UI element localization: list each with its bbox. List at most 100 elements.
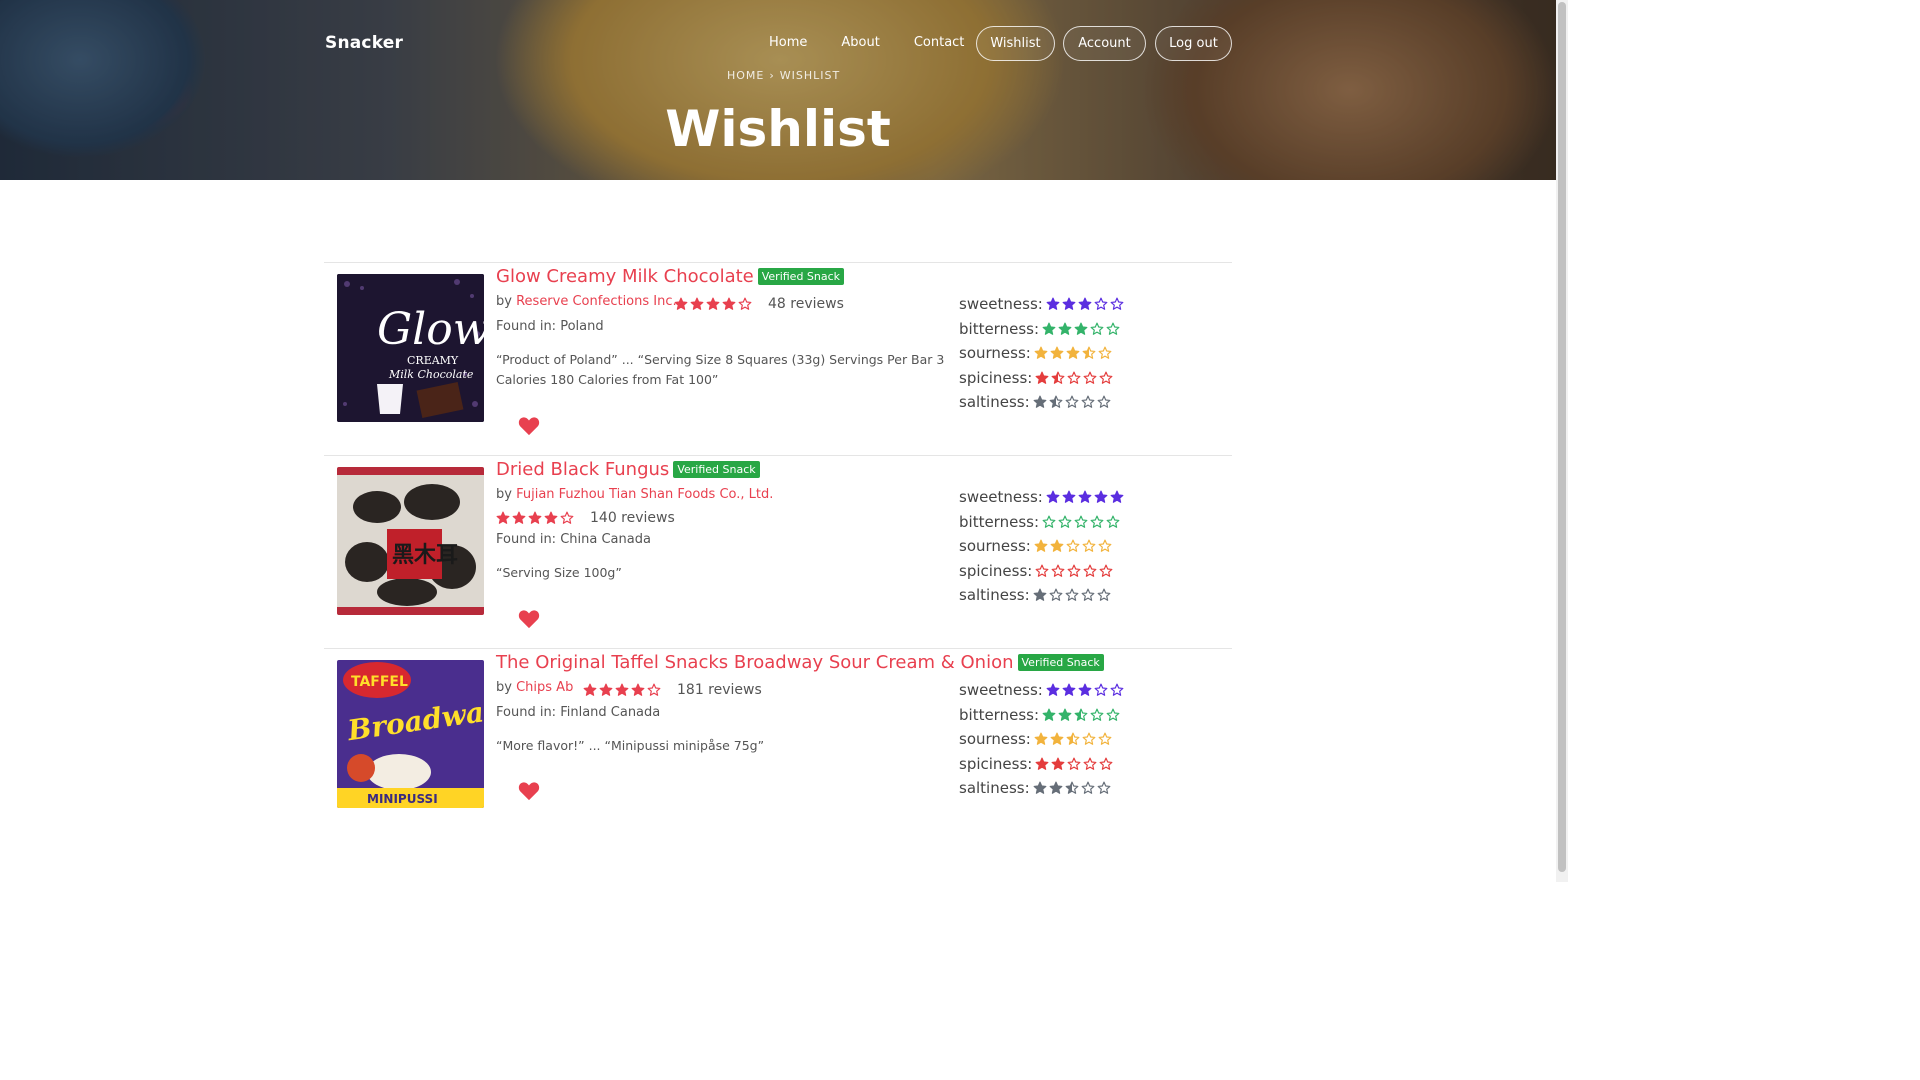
logout-button[interactable]: Log out (1155, 26, 1232, 61)
nav-contact[interactable]: Contact (914, 35, 965, 50)
star-full-icon (1034, 346, 1048, 360)
attr-stars (1033, 781, 1111, 795)
star-empty-icon (1099, 564, 1113, 577)
nav-home[interactable]: Home (769, 35, 807, 50)
star-empty-icon (1106, 515, 1120, 528)
star-empty-icon (1065, 588, 1079, 602)
star-full-icon (631, 683, 645, 696)
star-empty-icon (1067, 564, 1081, 577)
maker-line: by Fujian Fuzhou Tian Shan Foods Co., Lt… (496, 487, 773, 502)
svg-text:黑木耳: 黑木耳 (392, 543, 458, 568)
star-half-icon (1074, 708, 1088, 721)
star-empty-icon (1081, 588, 1095, 602)
maker-link[interactable]: Chips Ab (516, 680, 573, 695)
attr-stars (1042, 515, 1120, 529)
wishlist-button[interactable]: Wishlist (976, 26, 1055, 61)
rating-stars (674, 297, 752, 311)
star-empty-icon (1097, 781, 1111, 795)
star-full-icon (599, 683, 613, 696)
attr-label: spiciness: (959, 368, 1033, 387)
heart-icon[interactable] (518, 416, 540, 436)
attr-stars (1046, 683, 1124, 697)
attr-sweetness: sweetness: (959, 485, 1219, 510)
star-empty-icon (738, 297, 752, 310)
attr-spiciness: spiciness: (959, 752, 1219, 777)
star-full-icon (1078, 297, 1092, 311)
product-title[interactable]: Dried Black Fungus (496, 459, 669, 480)
star-empty-icon (1083, 757, 1097, 770)
product-title[interactable]: Glow Creamy Milk Chocolate (496, 266, 754, 287)
star-empty-icon (1090, 515, 1104, 528)
star-full-icon (1078, 490, 1092, 504)
attr-stars (1033, 395, 1111, 409)
review-count[interactable]: 140 reviews (590, 510, 675, 526)
attr-saltiness: saltiness: (959, 390, 1219, 415)
star-empty-icon (1067, 757, 1081, 770)
flavor-attributes: sweetness: bitterness: sourness: spicine… (959, 485, 1219, 608)
heart-icon[interactable] (518, 781, 540, 801)
attr-spiciness: spiciness: (959, 559, 1219, 584)
star-empty-icon (1094, 683, 1108, 697)
star-full-icon (1033, 781, 1047, 795)
star-empty-icon (1051, 564, 1065, 577)
flavor-attributes: sweetness: bitterness: sourness: spicine… (959, 292, 1219, 415)
star-full-icon (1074, 322, 1088, 335)
star-empty-icon (1099, 757, 1113, 770)
attr-sourness: sourness: (959, 727, 1219, 752)
star-full-icon (1058, 708, 1072, 721)
star-empty-icon (1090, 708, 1104, 721)
star-full-icon (1062, 490, 1076, 504)
star-full-icon (1058, 322, 1072, 335)
maker-link[interactable]: Reserve Confections Inc. (516, 294, 677, 309)
star-empty-icon (1067, 371, 1081, 384)
heart-icon[interactable] (518, 609, 540, 629)
attr-label: spiciness: (959, 754, 1033, 773)
product-title[interactable]: The Original Taffel Snacks Broadway Sour… (496, 652, 1014, 673)
star-empty-icon (1058, 515, 1072, 528)
star-empty-icon (1110, 297, 1124, 311)
scrollbar-thumb[interactable] (1558, 2, 1566, 872)
scrollbar[interactable] (1556, 0, 1568, 882)
star-empty-icon (1090, 322, 1104, 335)
rating: 181 reviews (583, 682, 762, 698)
review-count[interactable]: 181 reviews (677, 682, 762, 698)
star-full-icon (496, 511, 510, 524)
attr-label: spiciness: (959, 561, 1033, 580)
star-empty-icon (1049, 588, 1063, 602)
product-image[interactable]: TAFFEL Broadway MINIPUSSI (337, 660, 484, 808)
found-in: Found in: China Canada (496, 532, 651, 547)
rating-stars (583, 683, 661, 697)
attr-label: saltiness: (959, 779, 1030, 798)
star-empty-icon (1066, 539, 1080, 553)
star-full-icon (544, 511, 558, 524)
attr-label: sweetness: (959, 488, 1043, 507)
nav-about[interactable]: About (841, 35, 879, 50)
brand-logo[interactable]: Snacker (325, 33, 403, 53)
list-item: 黑木耳 Dried Black Fungus Verified Snack by… (324, 455, 1232, 648)
page-title: Wishlist (665, 100, 891, 158)
star-full-icon (615, 683, 629, 696)
attr-label: saltiness: (959, 393, 1030, 412)
star-empty-icon (1035, 564, 1049, 577)
breadcrumb-home[interactable]: HOME (727, 69, 764, 82)
star-empty-icon (560, 511, 574, 524)
star-half-icon (1065, 781, 1079, 795)
star-full-icon (528, 511, 542, 524)
star-full-icon (1042, 322, 1056, 335)
maker-link[interactable]: Fujian Fuzhou Tian Shan Foods Co., Ltd. (516, 487, 773, 502)
product-image[interactable]: 黑木耳 (337, 467, 484, 615)
star-half-icon (1066, 732, 1080, 746)
star-half-icon (1051, 371, 1065, 384)
star-empty-icon (1082, 539, 1096, 553)
review-count[interactable]: 48 reviews (768, 296, 844, 312)
svg-text:Glow: Glow (377, 304, 484, 355)
star-full-icon (1035, 371, 1049, 384)
wishlist: Glow CREAMY Milk Chocolate Glow Creamy M… (324, 262, 1232, 841)
star-full-icon (706, 297, 720, 310)
account-button[interactable]: Account (1063, 26, 1146, 61)
star-full-icon (1078, 683, 1092, 697)
star-full-icon (1046, 683, 1060, 697)
verified-badge: Verified Snack (673, 461, 760, 478)
product-image[interactable]: Glow CREAMY Milk Chocolate (337, 274, 484, 422)
star-empty-icon (1083, 564, 1097, 577)
